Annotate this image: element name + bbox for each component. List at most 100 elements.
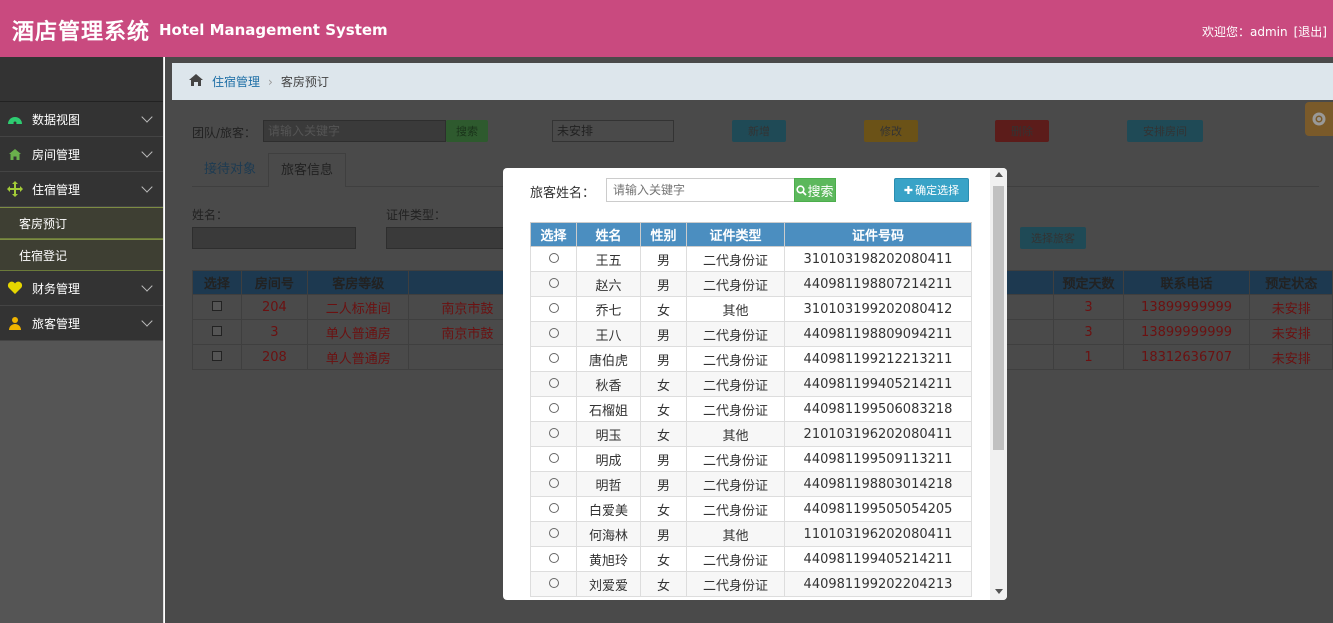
select-radio[interactable] bbox=[548, 452, 559, 463]
radio-cell bbox=[530, 371, 577, 397]
guest-row[interactable]: 乔七女其他 310103199202080412 bbox=[530, 296, 972, 322]
select-radio[interactable] bbox=[548, 252, 559, 263]
cell-name: 王五 bbox=[576, 246, 641, 272]
add-button[interactable]: 新增 bbox=[732, 120, 786, 142]
guest-row[interactable]: 赵六男二代身份证 440981198807214211 bbox=[530, 271, 972, 297]
sidebar-subitem-1[interactable]: 住宿登记 bbox=[0, 239, 163, 271]
cell-gender: 女 bbox=[640, 296, 687, 322]
chevron-down-icon bbox=[141, 181, 153, 193]
name-label: 姓名： bbox=[192, 208, 229, 222]
sidebar-item-1[interactable]: 房间管理 bbox=[0, 137, 163, 172]
cell-gender: 男 bbox=[640, 446, 687, 472]
select-radio[interactable] bbox=[548, 427, 559, 438]
guest-row[interactable]: 明成男二代身份证 440981199509113211 bbox=[530, 446, 972, 472]
status-select[interactable]: 未安排 bbox=[552, 120, 674, 142]
cell-gender: 女 bbox=[640, 546, 687, 572]
cell-id-type: 二代身份证 bbox=[686, 571, 785, 597]
select-radio[interactable] bbox=[548, 327, 559, 338]
sidebar-item-2[interactable]: 住宿管理 bbox=[0, 172, 163, 207]
scroll-up-arrow-icon[interactable] bbox=[995, 172, 1003, 177]
cell-level: 二人标准间 bbox=[307, 294, 410, 320]
tab-guest-info[interactable]: 旅客信息 bbox=[268, 153, 347, 187]
cell-name: 秋香 bbox=[576, 371, 641, 397]
radio-cell bbox=[530, 571, 577, 597]
select-radio[interactable] bbox=[548, 577, 559, 588]
radio-cell bbox=[530, 546, 577, 572]
guest-search-button[interactable]: 搜索 bbox=[794, 178, 836, 202]
select-radio[interactable] bbox=[548, 352, 559, 363]
cell-id-no: 440981199212213211 bbox=[784, 346, 972, 372]
sidebar-subitem-0[interactable]: 客房预订 bbox=[0, 207, 163, 239]
guest-row[interactable]: 白爱美女二代身份证 440981199505054205 bbox=[530, 496, 972, 522]
sidebar-item-label: 房间管理 bbox=[32, 147, 81, 162]
select-radio[interactable] bbox=[548, 477, 559, 488]
chevron-down-icon bbox=[141, 315, 153, 327]
guest-row[interactable]: 刘爱爱女二代身份证 440981199202204213 bbox=[530, 571, 972, 597]
welcome-label: 欢迎您： bbox=[1202, 25, 1251, 39]
delete-button[interactable]: 删除 bbox=[995, 120, 1049, 142]
sidebar-item-4[interactable]: 旅客管理 bbox=[0, 306, 163, 341]
guest-row[interactable]: 秋香女二代身份证 440981199405214211 bbox=[530, 371, 972, 397]
name-input[interactable] bbox=[192, 227, 356, 249]
row-checkbox[interactable] bbox=[211, 300, 222, 311]
select-radio[interactable] bbox=[548, 402, 559, 413]
cell-id-type: 二代身份证 bbox=[686, 271, 785, 297]
breadcrumb-separator: › bbox=[268, 74, 273, 89]
cell-gender: 男 bbox=[640, 346, 687, 372]
scroll-down-arrow-icon[interactable] bbox=[995, 589, 1003, 594]
cell-name: 赵六 bbox=[576, 271, 641, 297]
cell-id-no: 440981199509113211 bbox=[784, 446, 972, 472]
chevron-down-icon bbox=[141, 280, 153, 292]
filter-input[interactable]: 请输入关键字 bbox=[263, 120, 446, 142]
guest-row[interactable]: 明玉女其他 210103196202080411 bbox=[530, 421, 972, 447]
row-checkbox[interactable] bbox=[211, 350, 222, 361]
logout-link[interactable]: [退出] bbox=[1294, 25, 1327, 39]
cell-phone: 13899999999 bbox=[1122, 319, 1251, 345]
select-radio[interactable] bbox=[548, 302, 559, 313]
guest-search-input[interactable] bbox=[606, 178, 795, 202]
confirm-select-button[interactable]: ✚ 确定选择 bbox=[894, 178, 969, 202]
guest-row[interactable]: 何海林男其他 110103196202080411 bbox=[530, 521, 972, 547]
guest-row[interactable]: 王五男二代身份证 310103198202080411 bbox=[530, 246, 972, 272]
select-radio[interactable] bbox=[548, 527, 559, 538]
tab-reception[interactable]: 接待对象 bbox=[192, 153, 268, 187]
filter-search-button[interactable]: 搜索 bbox=[446, 120, 488, 142]
select-radio[interactable] bbox=[548, 502, 559, 513]
radio-cell bbox=[530, 296, 577, 322]
cell-id-type: 其他 bbox=[686, 296, 785, 322]
row-checkbox[interactable] bbox=[211, 325, 222, 336]
select-guest-button[interactable]: 选择旅客 bbox=[1020, 227, 1086, 249]
sidebar-item-label: 住宿管理 bbox=[32, 182, 81, 197]
breadcrumb-parent[interactable]: 住宿管理 bbox=[212, 73, 260, 90]
select-radio[interactable] bbox=[548, 552, 559, 563]
sidebar-item-3[interactable]: 财务管理 bbox=[0, 271, 163, 306]
id-type-select[interactable] bbox=[386, 227, 504, 249]
settings-gear-icon[interactable] bbox=[1305, 102, 1333, 136]
modal-scrollbar[interactable] bbox=[990, 168, 1007, 600]
plus-icon: ✚ bbox=[903, 183, 914, 197]
cell-gender: 女 bbox=[640, 421, 687, 447]
select-radio[interactable] bbox=[548, 377, 559, 388]
select-radio[interactable] bbox=[548, 277, 559, 288]
cell-name: 乔七 bbox=[576, 296, 641, 322]
edit-button[interactable]: 修改 bbox=[864, 120, 918, 142]
guest-row[interactable]: 唐伯虎男二代身份证 440981199212213211 bbox=[530, 346, 972, 372]
radio-cell bbox=[530, 521, 577, 547]
dashboard-icon bbox=[6, 110, 24, 128]
sidebar-item-0[interactable]: 数据视图 bbox=[0, 102, 163, 137]
cell-name: 白爱美 bbox=[576, 496, 641, 522]
guest-row[interactable]: 王八男二代身份证 440981198809094211 bbox=[530, 321, 972, 347]
arrange-room-button[interactable]: 安排房间 bbox=[1127, 120, 1203, 142]
scroll-thumb[interactable] bbox=[993, 186, 1004, 450]
cell-id-no: 310103198202080411 bbox=[784, 246, 972, 272]
radio-cell bbox=[530, 271, 577, 297]
cell-gender: 男 bbox=[640, 246, 687, 272]
guest-row[interactable]: 黄旭玲女二代身份证 440981199405214211 bbox=[530, 546, 972, 572]
search-icon bbox=[796, 184, 808, 196]
cell-gender: 男 bbox=[640, 271, 687, 297]
app-header: 酒店管理系统 Hotel Management System 欢迎您：admin… bbox=[0, 0, 1333, 57]
guest-row[interactable]: 明哲男二代身份证 440981198803014218 bbox=[530, 471, 972, 497]
guest-row[interactable]: 石榴姐女二代身份证 440981199506083218 bbox=[530, 396, 972, 422]
chevron-down-icon bbox=[141, 111, 153, 123]
home-icon[interactable] bbox=[188, 73, 204, 90]
